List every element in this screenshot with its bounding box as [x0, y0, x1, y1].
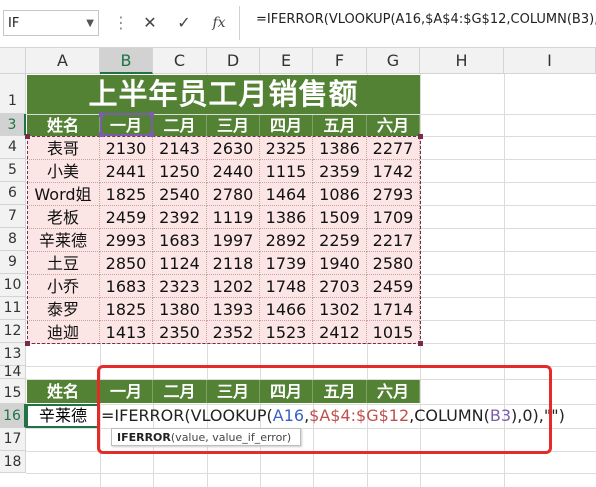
- table-title: 上半年员工月销售额: [27, 75, 420, 114]
- dropdown-icon[interactable]: ▼: [86, 11, 94, 37]
- column-header-h[interactable]: H: [420, 48, 504, 74]
- row-header-16[interactable]: 16: [0, 404, 26, 428]
- column-header-i[interactable]: I: [504, 48, 596, 74]
- header-cell[interactable]: 三月: [207, 115, 260, 136]
- select-all-corner[interactable]: [0, 48, 26, 74]
- column-header-e[interactable]: E: [260, 48, 313, 74]
- row-header-8[interactable]: 8: [0, 228, 26, 251]
- row-header-15[interactable]: 15: [0, 379, 26, 404]
- row-header-5[interactable]: 5: [0, 159, 26, 182]
- insert-function-icon[interactable]: fx: [207, 11, 231, 35]
- row-header-13[interactable]: 13: [0, 343, 26, 366]
- row-header-9[interactable]: 9: [0, 251, 26, 274]
- enter-icon[interactable]: ✓: [172, 11, 196, 35]
- cancel-icon[interactable]: ✕: [138, 11, 162, 35]
- resize-handle[interactable]: [99, 112, 104, 117]
- header-cell[interactable]: 六月: [367, 115, 420, 136]
- row-header-10[interactable]: 10: [0, 274, 26, 297]
- resize-handle[interactable]: [25, 134, 30, 139]
- row-header-6[interactable]: 6: [0, 182, 26, 205]
- reference-cell-outline: [26, 404, 100, 428]
- row-header-3[interactable]: 3: [0, 114, 26, 136]
- lookup-header-cell[interactable]: 姓名: [27, 380, 100, 403]
- formula-input[interactable]: =IFERROR(VLOOKUP(A16,$A$4:$G$12,COLUMN(B…: [256, 12, 596, 27]
- formula-bar: IF ▼ ⋮ ✕ ✓ fx =IFERROR(VLOOKUP(A16,$A$4:…: [0, 0, 596, 48]
- row-header-11[interactable]: 11: [0, 297, 26, 320]
- separator-icon: ⋮: [113, 13, 129, 32]
- column-header-b[interactable]: B: [100, 48, 153, 74]
- column-header-d[interactable]: D: [207, 48, 260, 74]
- resize-handle[interactable]: [99, 132, 104, 137]
- row-header-17[interactable]: 17: [0, 428, 26, 451]
- row-header-4[interactable]: 4: [0, 136, 26, 159]
- resize-handle[interactable]: [418, 341, 423, 346]
- column-header-f[interactable]: F: [313, 48, 367, 74]
- resize-handle[interactable]: [149, 132, 154, 137]
- column-header-a[interactable]: A: [26, 48, 100, 74]
- name-box-value: IF: [8, 16, 20, 31]
- resize-handle[interactable]: [418, 134, 423, 139]
- range-reference-outline: [25, 134, 423, 346]
- column-reference-outline: [99, 112, 154, 137]
- header-cell[interactable]: 姓名: [27, 115, 100, 136]
- row-header-12[interactable]: 12: [0, 320, 26, 343]
- divider: [239, 6, 240, 40]
- resize-handle[interactable]: [25, 341, 30, 346]
- name-box[interactable]: IF ▼: [3, 10, 99, 36]
- highlight-annotation: [97, 365, 552, 454]
- column-header-c[interactable]: C: [153, 48, 207, 74]
- row-header-18[interactable]: 18: [0, 451, 26, 473]
- header-cell[interactable]: 二月: [153, 115, 207, 136]
- row-header-14[interactable]: 14: [0, 365, 26, 379]
- header-cell[interactable]: 四月: [260, 115, 313, 136]
- header-cell[interactable]: 五月: [313, 115, 367, 136]
- row-header-7[interactable]: 7: [0, 205, 26, 228]
- resize-handle[interactable]: [149, 112, 154, 117]
- row-header-1[interactable]: 1: [0, 74, 26, 114]
- column-header-g[interactable]: G: [367, 48, 420, 74]
